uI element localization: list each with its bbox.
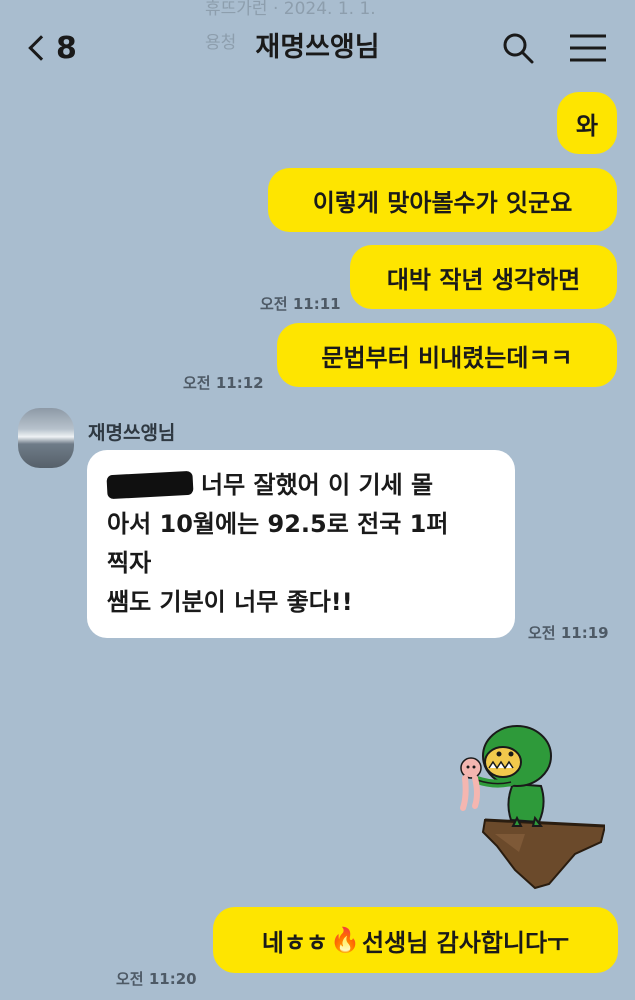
reply-line: 아서 10월에는 92.5로 전국 1퍼 bbox=[107, 510, 449, 538]
redaction-mark bbox=[106, 470, 194, 500]
reply-line: 너무 잘했어 이 기세 몰 bbox=[106, 466, 497, 505]
message-text: 선생님 감사합니다ㅜ bbox=[362, 928, 570, 957]
my-message-3[interactable]: 대박 작년 생각하면 bbox=[350, 245, 617, 309]
my-message-5[interactable]: 네ㅎㅎ 🔥 선생님 감사합니다ㅜ bbox=[213, 907, 618, 973]
my-message-2[interactable]: 이렇게 맞아볼수가 잇군요 bbox=[268, 168, 617, 232]
timestamp: 오전 11:20 bbox=[116, 970, 197, 988]
my-message-1[interactable]: 와 bbox=[557, 92, 617, 154]
timestamp: 오전 11:11 bbox=[260, 295, 341, 313]
reply-line: 쌤도 기분이 너무 좋다!! bbox=[107, 588, 353, 616]
sender-name: 재명쓰앵님 bbox=[88, 422, 176, 444]
reply-text: 너무 잘했어 이 기세 몰 bbox=[201, 471, 434, 499]
faint-date-text: 휴뜨가런 · 2024. 1. 1. bbox=[205, 0, 376, 19]
sticker-icon[interactable] bbox=[455, 722, 605, 890]
menu-icon[interactable] bbox=[568, 32, 608, 64]
avatar[interactable] bbox=[18, 408, 74, 468]
their-message[interactable]: 너무 잘했어 이 기세 몰 아서 10월에는 92.5로 전국 1퍼 찍자 쌤도… bbox=[87, 450, 515, 638]
timestamp: 오전 11:19 bbox=[528, 624, 609, 642]
chat-title: 재명쓰앵님 bbox=[255, 32, 380, 63]
message-text: 네ㅎㅎ bbox=[261, 928, 329, 957]
chat-header: 휴뜨가런 · 2024. 1. 1. 용청 8 재명쓰앵님 bbox=[0, 0, 635, 92]
fire-icon: 🔥 bbox=[330, 926, 361, 954]
my-message-4[interactable]: 문법부터 비내렸는데ㅋㅋ bbox=[277, 323, 617, 387]
reply-line: 찍자 bbox=[107, 549, 152, 577]
timestamp: 오전 11:12 bbox=[183, 374, 264, 392]
search-icon[interactable] bbox=[500, 30, 536, 66]
